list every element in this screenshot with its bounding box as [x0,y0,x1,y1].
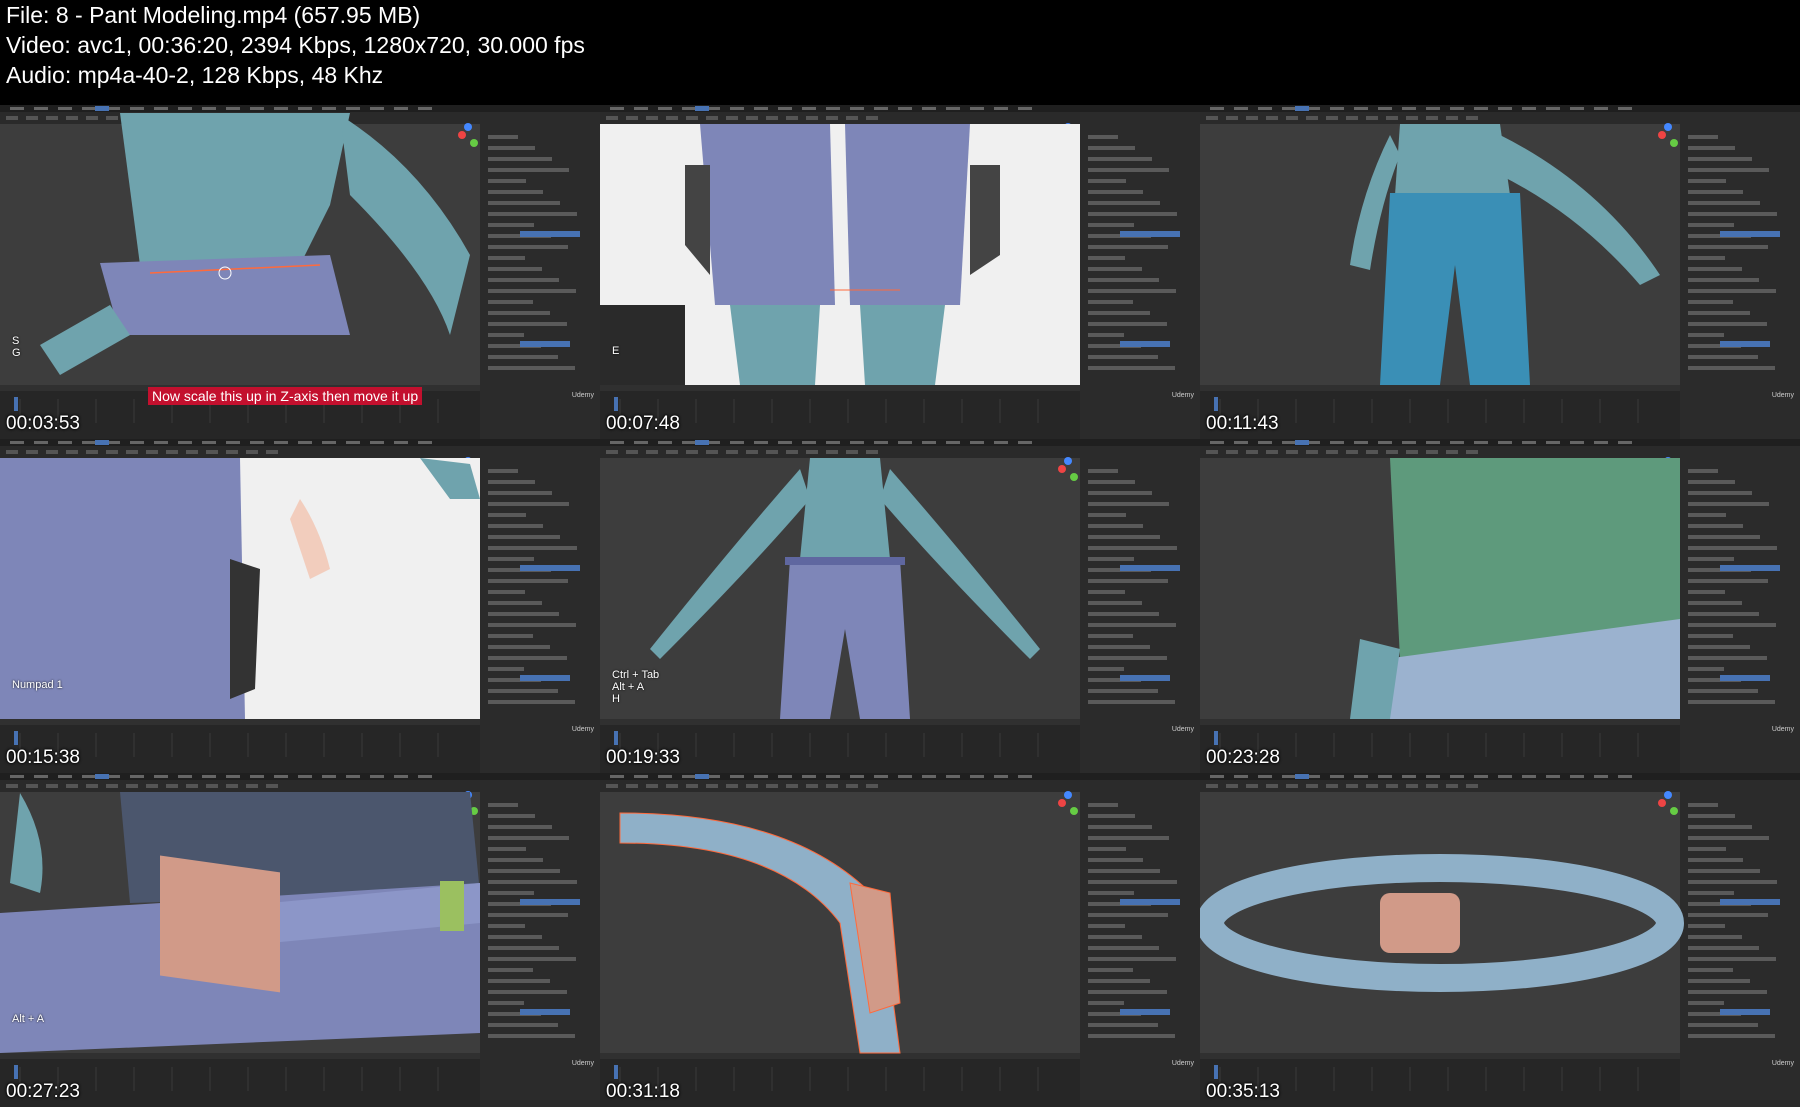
video-thumbnail: Udemy 00:35:13 [1200,773,1800,1107]
audio-info: Audio: mp4a-40-2, 128 Kbps, 48 Khz [6,62,384,88]
shortcut-keys-overlay: Ctrl + Tab Alt + A H [612,669,660,705]
brand-watermark: Udemy [571,392,594,399]
timestamp-label: 00:03:53 [6,413,80,434]
brand-watermark: Udemy [1771,1060,1794,1067]
video-thumbnail: Alt + A Udemy 00:27:23 [0,773,600,1107]
brand-watermark: Udemy [1771,726,1794,733]
blender-screenshot [1200,439,1800,773]
brand-watermark: Udemy [571,726,594,733]
timestamp-label: 00:15:38 [6,747,80,768]
timestamp-label: 00:11:43 [1206,413,1279,434]
blender-screenshot [0,773,600,1107]
blender-screenshot [1200,105,1800,439]
thumbnail-grid: S G Now scale this up in Z-axis then move… [0,105,1800,1107]
brand-watermark: Udemy [571,1060,594,1067]
blender-screenshot [1200,773,1800,1107]
timestamp-label: 00:07:48 [606,413,680,434]
video-info: Video: avc1, 00:36:20, 2394 Kbps, 1280x7… [6,32,585,58]
shortcut-keys-overlay: Alt + A [12,1013,45,1025]
timestamp-label: 00:23:28 [1206,747,1280,768]
timestamp-label: 00:19:33 [606,747,680,768]
timestamp-label: 00:27:23 [6,1081,80,1102]
video-thumbnail: Ctrl + Tab Alt + A H Udemy 00:19:33 [600,439,1200,773]
blender-screenshot [600,105,1200,439]
shortcut-keys-overlay: E [612,345,620,357]
video-thumbnail: E Udemy 00:07:48 [600,105,1200,439]
blender-screenshot [600,439,1200,773]
brand-watermark: Udemy [1171,392,1194,399]
file-info: File: 8 - Pant Modeling.mp4 (657.95 MB) [6,2,421,28]
brand-watermark: Udemy [1771,392,1794,399]
blender-screenshot [600,773,1200,1107]
video-thumbnail: S G Now scale this up in Z-axis then move… [0,105,600,439]
video-thumbnail: Udemy 00:11:43 [1200,105,1800,439]
shortcut-keys-overlay: Numpad 1 [12,679,63,691]
video-thumbnail: Numpad 1 Udemy 00:15:38 [0,439,600,773]
video-thumbnail: Udemy 00:23:28 [1200,439,1800,773]
video-thumbnail: Udemy 00:31:18 [600,773,1200,1107]
subtitle-caption: Now scale this up in Z-axis then move it… [148,387,423,405]
shortcut-keys-overlay: S G [12,335,21,359]
timestamp-label: 00:35:13 [1206,1081,1280,1102]
brand-watermark: Udemy [1171,1060,1194,1067]
brand-watermark: Udemy [1171,726,1194,733]
timestamp-label: 00:31:18 [606,1081,680,1102]
blender-screenshot [0,439,600,773]
